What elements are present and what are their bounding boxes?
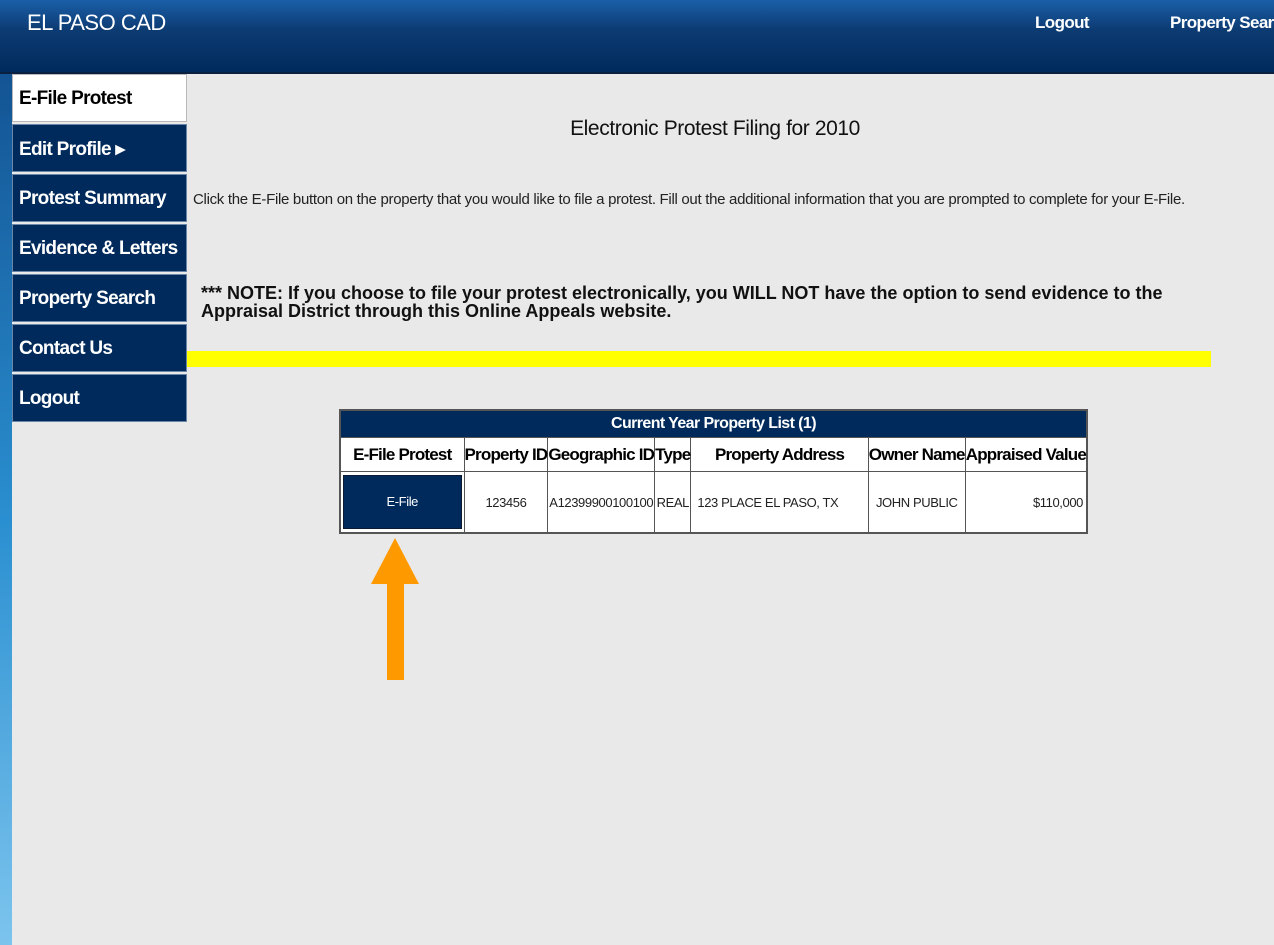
sidebar-item-efile-protest[interactable]: E-File Protest: [12, 74, 187, 122]
type-cell: REAL: [654, 471, 692, 534]
appraised-value-cell: $110,000: [964, 471, 1088, 534]
table-header-row: E-File Protest Property ID Geographic ID…: [339, 437, 1088, 472]
sidebar-item-contact-us[interactable]: Contact Us: [12, 324, 187, 372]
top-header: EL PASO CAD Logout Property Searc: [0, 0, 1274, 74]
col-header-efile-protest: E-File Protest: [339, 437, 465, 472]
sidebar-item-edit-profile[interactable]: Edit Profile ▸: [12, 124, 187, 172]
property-list-table: Current Year Property List (1) E-File Pr…: [339, 409, 1088, 534]
col-header-property-id: Property ID: [463, 437, 549, 472]
evidence-note: *** NOTE: If you choose to file your pro…: [201, 283, 1163, 321]
header-property-search-link[interactable]: Property Searc: [1170, 13, 1274, 33]
geographic-id-cell: A12399900100100: [547, 471, 656, 534]
orange-up-arrow-icon: [371, 538, 419, 680]
page-title: Electronic Protest Filing for 2010: [570, 117, 860, 140]
site-brand: EL PASO CAD: [27, 10, 166, 35]
left-accent-strip: [0, 0, 12, 945]
sidebar-item-evidence-letters[interactable]: Evidence & Letters: [12, 224, 187, 272]
table-caption: Current Year Property List (1): [339, 409, 1088, 438]
sidebar-item-protest-summary[interactable]: Protest Summary: [12, 174, 187, 222]
sidebar-item-property-search[interactable]: Property Search: [12, 274, 187, 322]
property-id-cell: 123456: [463, 471, 549, 534]
col-header-property-address: Property Address: [690, 437, 869, 472]
highlight-bar: [187, 351, 1211, 367]
sidebar-item-logout[interactable]: Logout: [12, 374, 187, 422]
col-header-owner-name: Owner Name: [867, 437, 966, 472]
table-row: E-File 123456 A12399900100100 REAL 123 P…: [339, 471, 1088, 534]
instructions-text: Click the E-File button on the property …: [193, 191, 1185, 208]
header-logout-link[interactable]: Logout: [1035, 13, 1090, 33]
address-cell: 123 PLACE EL PASO, TX: [690, 471, 869, 534]
col-header-type: Type: [654, 437, 692, 472]
efile-button[interactable]: E-File: [342, 475, 462, 529]
sidebar-nav: E-File Protest Edit Profile ▸ Protest Su…: [12, 74, 187, 424]
owner-cell: JOHN PUBLIC: [867, 471, 966, 534]
col-header-appraised-value: Appraised Value: [964, 437, 1088, 472]
efile-cell: E-File: [339, 471, 465, 534]
col-header-geographic-id: Geographic ID: [547, 437, 656, 472]
